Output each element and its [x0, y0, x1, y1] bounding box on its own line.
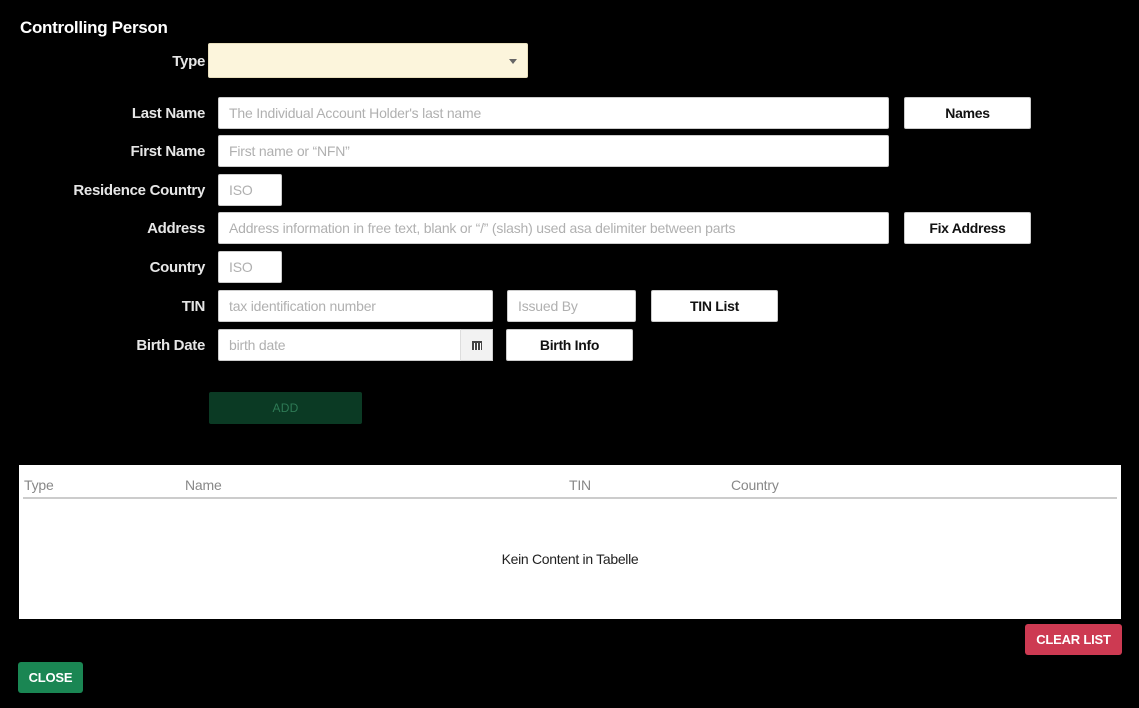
birth-date-label: Birth Date — [136, 337, 205, 354]
tin-list-button[interactable]: TIN List — [651, 290, 778, 322]
country-label: Country — [149, 259, 206, 276]
tin-label: TIN — [181, 298, 206, 315]
controlling-persons-table: Type Name TIN Country Kein Content in Ta… — [19, 465, 1121, 619]
column-header-name[interactable]: Name — [185, 477, 222, 493]
last-name-input[interactable]: The Individual Account Holder's last nam… — [218, 97, 889, 129]
column-header-country[interactable]: Country — [731, 477, 779, 493]
address-input[interactable]: Address information in free text, blank … — [218, 212, 889, 244]
birth-date-input[interactable]: birth date — [218, 329, 461, 361]
tin-input[interactable]: tax identification number — [218, 290, 493, 322]
table-header-divider — [23, 497, 1117, 499]
column-header-tin[interactable]: TIN — [569, 477, 591, 493]
type-label: Type — [172, 53, 205, 70]
empty-table-message: Kein Content in Tabelle — [501, 551, 639, 567]
calendar-icon — [471, 340, 482, 350]
first-name-input[interactable]: First name or “NFN” — [218, 135, 889, 167]
birth-info-button[interactable]: Birth Info — [506, 329, 633, 361]
dialog-title: Controlling Person — [20, 18, 168, 37]
address-label: Address — [147, 220, 205, 237]
country-input[interactable]: ISO — [218, 251, 282, 283]
names-button[interactable]: Names — [904, 97, 1031, 129]
calendar-button[interactable] — [460, 329, 493, 361]
close-button[interactable]: CLOSE — [18, 662, 83, 693]
fix-address-button[interactable]: Fix Address — [904, 212, 1031, 244]
type-select[interactable] — [208, 43, 528, 78]
residence-country-input[interactable]: ISO — [218, 174, 282, 206]
column-header-type[interactable]: Type — [24, 477, 54, 493]
last-name-label: Last Name — [131, 105, 205, 122]
chevron-down-icon — [509, 59, 517, 64]
add-button[interactable]: ADD — [209, 392, 362, 424]
clear-list-button[interactable]: CLEAR LIST — [1025, 624, 1122, 655]
residence-country-label: Residence Country — [73, 182, 205, 199]
issued-by-input[interactable]: Issued By — [507, 290, 636, 322]
first-name-label: First Name — [130, 143, 205, 160]
